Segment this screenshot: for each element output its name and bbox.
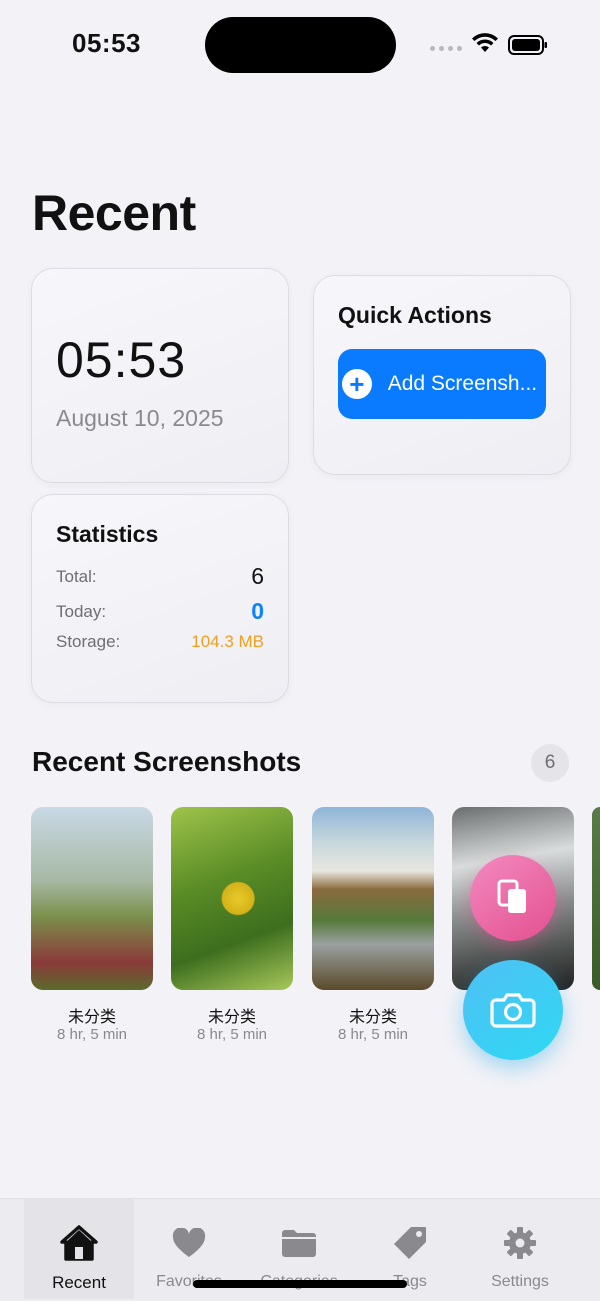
stat-storage-value: 104.3 MB — [191, 632, 264, 651]
wifi-icon — [472, 33, 498, 52]
stat-row-total: Total: 6 — [56, 563, 264, 590]
stat-total-value: 6 — [251, 563, 264, 589]
thumbnail-time: 8 hr, 5 min — [56, 1026, 128, 1043]
copy-icon — [497, 879, 526, 913]
tab-label: Settings — [491, 1273, 549, 1290]
tab-settings[interactable]: Settings — [465, 1199, 575, 1299]
screenshot-count-badge: 6 — [531, 744, 569, 782]
house-icon — [59, 1223, 99, 1263]
cellular-signal-icon — [430, 46, 462, 51]
status-time: 05:53 — [72, 28, 141, 58]
thumbnail-category: 未分类 — [348, 1009, 397, 1026]
camera-fab-button[interactable] — [463, 960, 563, 1060]
home-indicator — [193, 1280, 407, 1288]
statistics-card: Statistics Total: 6 Today: 0 Storage: 10… — [31, 494, 289, 703]
clock-time: 05:53 — [56, 332, 187, 388]
stat-row-storage: Storage: 104.3 MB — [56, 632, 264, 652]
stat-today-value: 0 — [251, 598, 264, 624]
camera-icon — [490, 993, 536, 1028]
screenshot-thumbnail[interactable] — [592, 807, 600, 990]
copy-fab-button[interactable] — [470, 855, 556, 941]
quick-actions-card: Quick Actions + Add Screensh... — [313, 275, 571, 475]
thumbnail-category: 未分类 — [67, 1009, 116, 1026]
stat-row-today: Today: 0 — [56, 598, 264, 625]
screenshot-thumbnail[interactable] — [312, 807, 434, 990]
plus-circle-icon: + — [342, 369, 372, 399]
screenshot-thumbnail[interactable] — [171, 807, 293, 990]
status-bar: 05:53 — [0, 0, 600, 90]
battery-icon — [508, 35, 547, 55]
tab-recent[interactable]: Recent — [24, 1199, 134, 1299]
thumbnail-time: 8 hr, 5 min — [337, 1026, 409, 1043]
stat-storage-label: Storage: — [56, 632, 121, 651]
gear-icon — [500, 1223, 540, 1263]
thumbnail-category: 未分类 — [207, 1009, 256, 1026]
folder-icon — [279, 1223, 319, 1263]
clock-date: August 10, 2025 — [56, 405, 224, 431]
heart-icon — [169, 1223, 209, 1263]
tag-icon — [390, 1223, 430, 1263]
tab-label: Recent — [52, 1273, 106, 1292]
statistics-title: Statistics — [56, 521, 159, 547]
stat-total-label: Total: — [56, 566, 97, 586]
add-screenshot-button[interactable]: + Add Screensh... — [338, 349, 546, 419]
screenshot-thumbnail[interactable] — [31, 807, 153, 990]
page-title: Recent — [32, 185, 196, 241]
recent-screenshots-title: Recent Screenshots — [32, 746, 302, 777]
add-screenshot-label: Add Screensh... — [387, 372, 538, 395]
dynamic-island — [205, 17, 396, 73]
stat-today-label: Today: — [56, 601, 107, 621]
thumbnail-time: 8 hr, 5 min — [196, 1026, 268, 1043]
clock-card: 05:53 August 10, 2025 — [31, 268, 289, 483]
quick-actions-title: Quick Actions — [338, 302, 492, 328]
